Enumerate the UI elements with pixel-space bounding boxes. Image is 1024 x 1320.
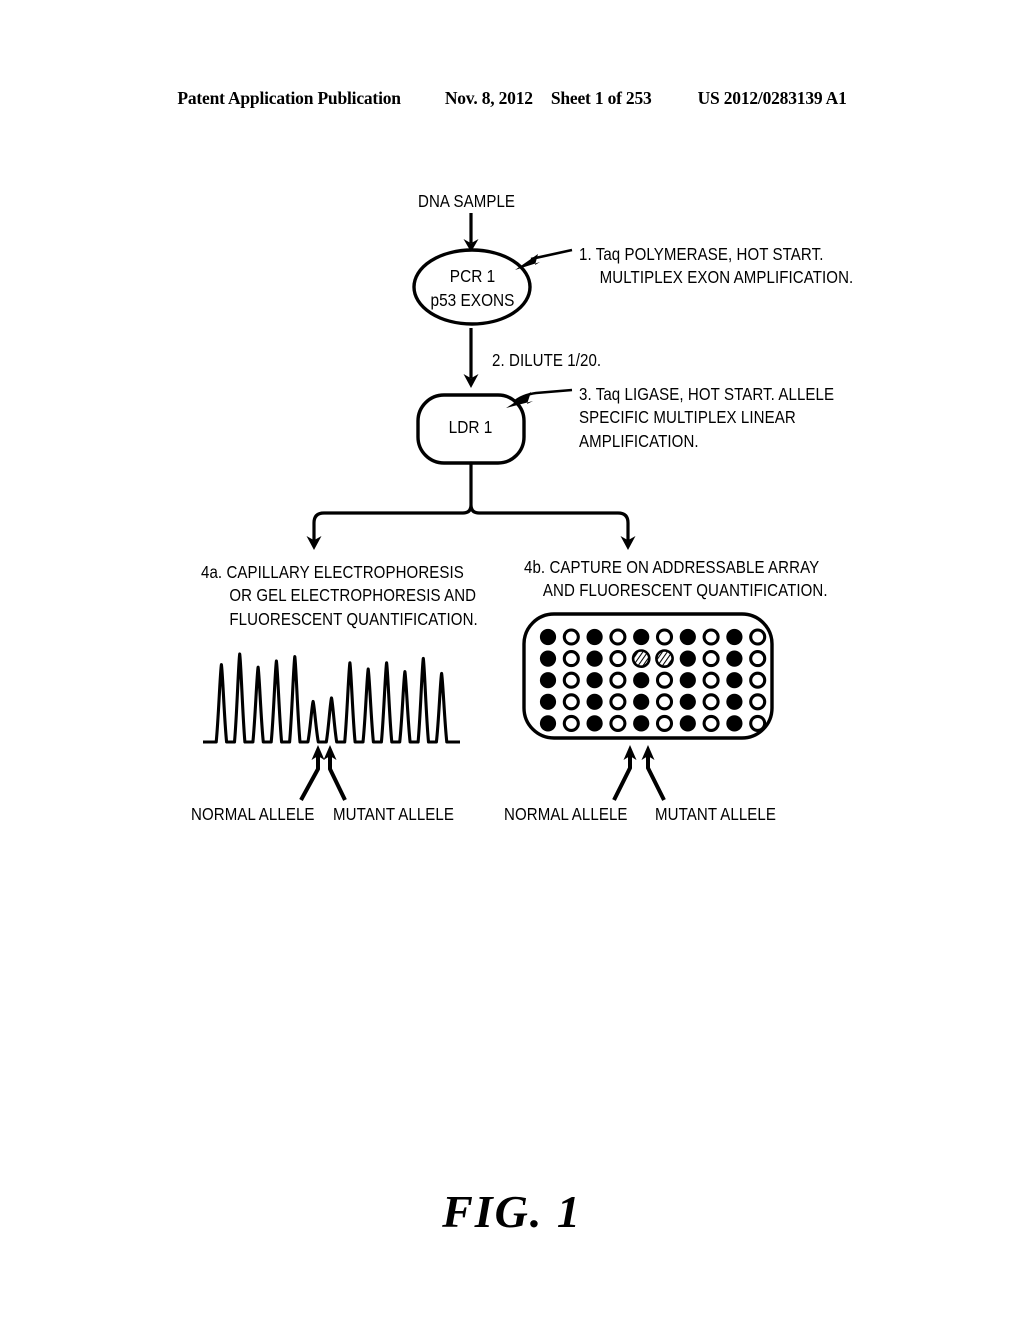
step-2-annotation: 2. DILUTE 1/20. (492, 350, 602, 370)
leader-step-3 (506, 388, 573, 408)
addressable-array[interactable] (522, 612, 774, 740)
right-normal-allele-label: NORMAL ALLELE (504, 804, 628, 824)
array-cell-filled[interactable] (679, 650, 696, 667)
node-pcr-1[interactable] (412, 248, 532, 326)
array-cell-hollow[interactable] (562, 714, 580, 732)
left-mutant-allele-label: MUTANT ALLELE (333, 804, 455, 824)
branch-4a-line-2: OR GEL ELECTROPHORESIS AND (229, 585, 477, 606)
array-cell-filled[interactable] (586, 628, 603, 646)
array-cell-filled[interactable] (679, 628, 696, 646)
array-cell-filled[interactable] (539, 715, 557, 732)
array-cell-hollow[interactable] (562, 628, 580, 646)
array-cell-hollow[interactable] (702, 628, 720, 646)
array-cell-hollow[interactable] (609, 650, 627, 668)
step-3-line-1: 3. Taq LIGASE, HOT START. ALLELE (579, 384, 835, 404)
array-cell-filled[interactable] (679, 693, 696, 710)
step-3-annotation: 3. Taq LIGASE, HOT START. ALLELE SPECIFI… (579, 383, 834, 453)
left-allele-pointers (299, 745, 347, 801)
array-cell-filled[interactable] (726, 672, 743, 689)
array-cell-hollow[interactable] (749, 714, 767, 732)
arrow-dna-to-pcr (463, 213, 479, 252)
right-allele-pointers (612, 745, 666, 801)
array-cell-filled[interactable] (539, 693, 557, 710)
array-cell-filled[interactable] (633, 672, 650, 689)
array-cell-hollow[interactable] (562, 693, 580, 711)
node-pcr-1-line1: PCR 1 (449, 266, 496, 286)
array-cell-filled[interactable] (539, 650, 557, 667)
electrophoresis-trace-chart (203, 652, 460, 744)
array-cell-hollow[interactable] (655, 693, 674, 711)
array-cell-hatched[interactable] (631, 649, 651, 669)
array-cell-hollow[interactable] (609, 628, 627, 646)
branch-4a-line-1: 4a. CAPILLARY ELECTROPHORESIS (201, 562, 464, 582)
array-cell-filled[interactable] (679, 715, 696, 732)
branch-4b-label: 4b. CAPTURE ON ADDRESSABLE ARRAY AND FLU… (524, 556, 828, 603)
branch-4b-line-1: 4b. CAPTURE ON ADDRESSABLE ARRAY (524, 557, 820, 577)
label-dna-sample: DNA SAMPLE (418, 191, 516, 211)
array-cell-hollow[interactable] (562, 671, 580, 689)
figure-caption: FIG. 1 (442, 1186, 582, 1237)
array-cell-hollow[interactable] (702, 693, 720, 711)
array-cell-hollow[interactable] (562, 650, 580, 668)
array-cell-hollow[interactable] (702, 714, 720, 732)
step-3-line-3: AMPLIFICATION. (579, 430, 699, 451)
array-cell-filled[interactable] (539, 672, 557, 689)
array-cell-filled[interactable] (633, 715, 650, 732)
array-cell-filled[interactable] (633, 693, 650, 710)
array-cell-filled[interactable] (726, 693, 743, 710)
branch-4a-line-3: FLUORESCENT QUANTIFICATION. (229, 608, 478, 629)
node-pcr-1-line2: p53 EXONS (430, 290, 515, 310)
array-cell-filled[interactable] (633, 628, 650, 646)
array-cell-filled[interactable] (586, 693, 603, 710)
left-normal-allele-label: NORMAL ALLELE (191, 804, 315, 824)
node-ldr-1-label: LDR 1 (448, 417, 493, 437)
array-cell-filled[interactable] (539, 628, 557, 646)
branch-splitter (306, 461, 636, 550)
array-cell-hollow[interactable] (702, 671, 720, 689)
trace-curve (203, 652, 460, 744)
step-1-line-2: MULTIPLEX EXON AMPLIFICATION. (599, 267, 854, 288)
array-cell-filled[interactable] (586, 650, 603, 667)
branch-4a-label: 4a. CAPILLARY ELECTROPHORESIS OR GEL ELE… (201, 561, 478, 631)
array-cell-hatched[interactable] (655, 649, 674, 669)
array-cell-filled[interactable] (726, 650, 743, 667)
array-cell-filled[interactable] (586, 715, 603, 732)
right-mutant-allele-label: MUTANT ALLELE (655, 804, 777, 824)
array-cell-hollow[interactable] (655, 628, 674, 646)
array-cell-hollow[interactable] (609, 693, 627, 711)
array-cell-filled[interactable] (726, 715, 743, 732)
array-cell-hollow[interactable] (655, 714, 674, 732)
array-cell-hollow[interactable] (655, 671, 674, 689)
array-cell-hollow[interactable] (609, 671, 627, 689)
array-cell-hollow[interactable] (749, 693, 767, 711)
arrow-pcr-to-ldr (463, 328, 479, 388)
array-cell-hollow[interactable] (749, 628, 767, 646)
step-3-line-2: SPECIFIC MULTIPLEX LINEAR (579, 407, 796, 428)
array-cell-filled[interactable] (726, 628, 743, 646)
step-1-annotation: 1. Taq POLYMERASE, HOT START. MULTIPLEX … (579, 243, 853, 290)
array-cell-filled[interactable] (679, 672, 696, 689)
leader-step-1 (515, 248, 573, 270)
array-cell-hollow[interactable] (749, 650, 767, 668)
array-cell-hollow[interactable] (702, 650, 720, 668)
branch-4b-line-2: AND FLUORESCENT QUANTIFICATION. (542, 580, 828, 601)
figure-1-diagram: DNA SAMPLE PCR 1 p53 EXONS LDR 1 1. Taq … (0, 0, 1024, 1320)
array-cell-hollow[interactable] (609, 714, 627, 732)
array-cell-hollow[interactable] (749, 671, 767, 689)
array-cell-filled[interactable] (586, 672, 603, 689)
step-1-line-1: 1. Taq POLYMERASE, HOT START. (579, 244, 824, 264)
